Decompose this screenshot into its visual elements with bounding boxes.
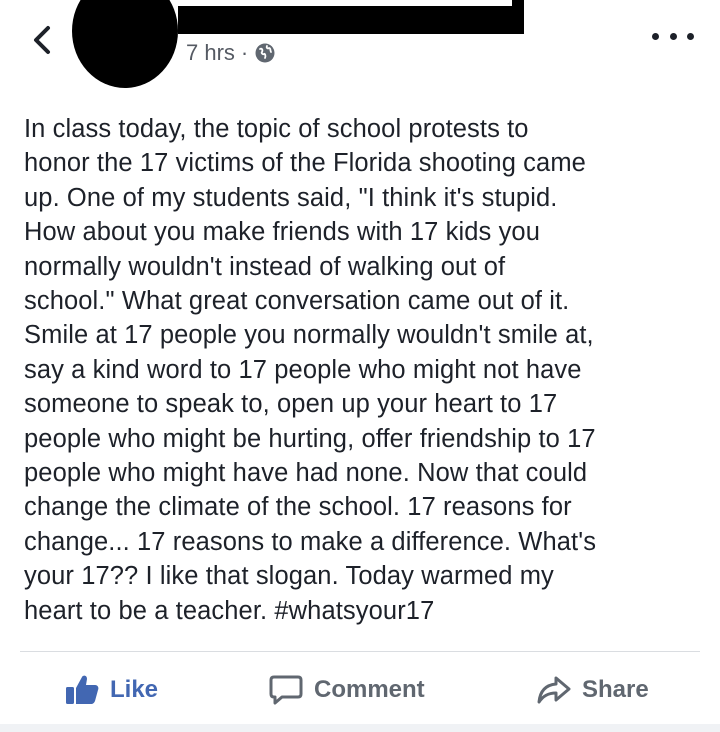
globe-icon: [255, 43, 275, 63]
thumbs-up-icon: [66, 675, 99, 704]
like-label: Like: [110, 676, 159, 703]
bottom-separator: [0, 724, 720, 732]
meta-separator: ·: [240, 40, 249, 65]
comment-bubble-icon: [269, 675, 303, 705]
comment-label: Comment: [314, 676, 425, 703]
post-timestamp[interactable]: 7 hrs: [186, 40, 235, 66]
post-header: 7 hrs ·: [0, 0, 720, 100]
share-arrow-icon: [537, 676, 571, 704]
like-button[interactable]: Like: [64, 660, 158, 720]
more-options-button[interactable]: [652, 26, 694, 46]
share-button[interactable]: Share: [536, 660, 649, 720]
share-label: Share: [582, 676, 649, 703]
back-button[interactable]: [28, 20, 58, 60]
more-horizontal-icon-dot: [669, 32, 677, 40]
post-meta: 7 hrs ·: [186, 38, 276, 68]
actions-divider: [20, 651, 700, 652]
more-horizontal-icon: [652, 32, 659, 40]
author-name-redaction-mark: [512, 0, 524, 34]
post-text: In class today, the topic of school prot…: [24, 115, 597, 625]
avatar[interactable]: [72, 0, 178, 88]
more-horizontal-icon-dot: [687, 32, 694, 40]
chevron-left-icon: [34, 26, 50, 54]
post-actions-bar: Like Comment Share: [0, 660, 720, 720]
author-name-redaction: [178, 6, 518, 34]
comment-button[interactable]: Comment: [268, 660, 425, 720]
